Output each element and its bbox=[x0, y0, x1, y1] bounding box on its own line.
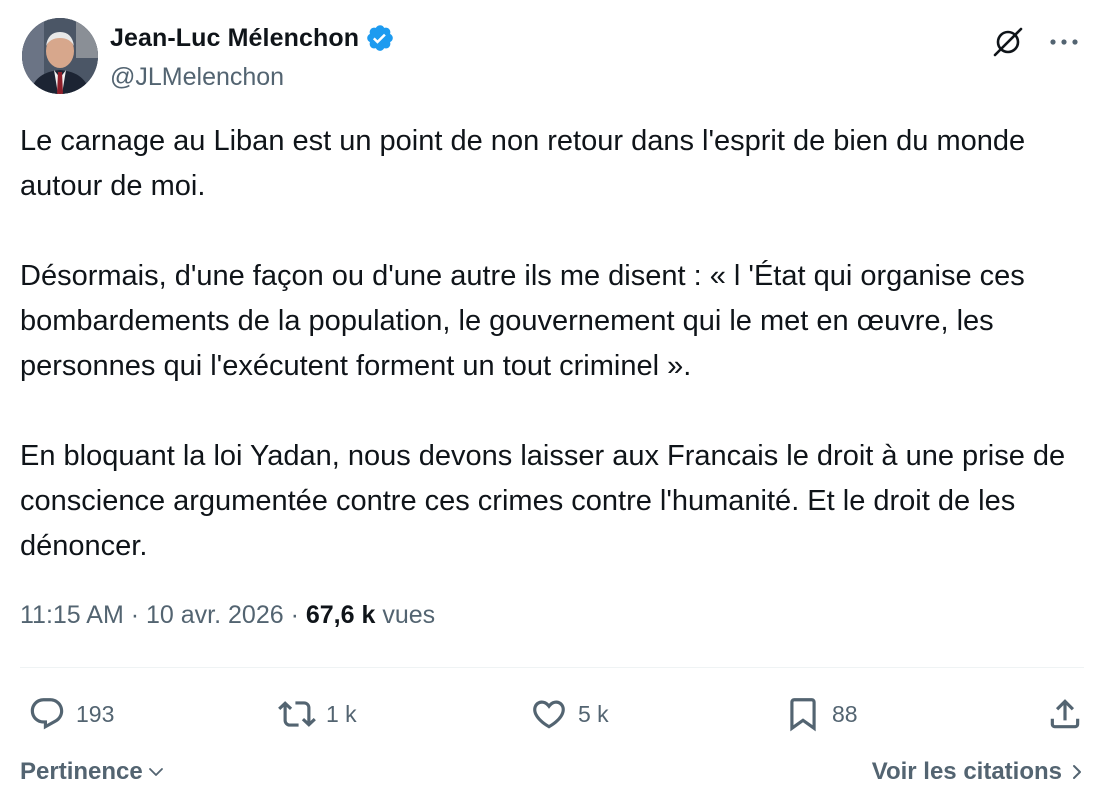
author-block: Jean-Luc Mélenchon @JLMelenchon bbox=[110, 22, 395, 92]
repost-count: 1 k bbox=[326, 700, 357, 727]
grok-icon[interactable] bbox=[988, 22, 1028, 62]
views-count[interactable]: 67,6 k bbox=[306, 601, 376, 629]
tweet-card: Jean-Luc Mélenchon @JLMelenchon Le carna… bbox=[0, 0, 1106, 810]
meta-separator: · bbox=[290, 601, 299, 629]
author-handle[interactable]: @JLMelenchon bbox=[110, 63, 395, 92]
header-actions bbox=[988, 22, 1084, 62]
bookmark-count: 88 bbox=[832, 700, 858, 727]
bookmark-button[interactable]: 88 bbox=[784, 690, 858, 738]
sort-label: Pertinence bbox=[20, 758, 143, 785]
reply-count: 193 bbox=[76, 700, 115, 727]
meta-separator: · bbox=[130, 601, 140, 629]
verified-badge-icon bbox=[365, 23, 395, 53]
reply-icon bbox=[30, 698, 64, 730]
share-button[interactable] bbox=[1046, 690, 1084, 738]
avatar[interactable] bbox=[22, 18, 98, 94]
action-bar: 193 1 k 5 k 88 bbox=[20, 690, 1084, 738]
like-count: 5 k bbox=[578, 700, 609, 727]
tweet-text: Le carnage au Liban est un point de non … bbox=[20, 119, 1086, 569]
chevron-down-icon bbox=[148, 768, 163, 776]
tweet-header: Jean-Luc Mélenchon @JLMelenchon bbox=[22, 18, 1084, 98]
reply-button[interactable]: 193 bbox=[28, 690, 114, 738]
author-display-name[interactable]: Jean-Luc Mélenchon bbox=[110, 24, 359, 53]
tweet-date[interactable]: 10 avr. 2026 bbox=[146, 601, 284, 629]
tweet-paragraph: En bloquant la loi Yadan, nous devons la… bbox=[20, 440, 1066, 562]
tweet-footer: Pertinence Voir les citations bbox=[20, 758, 1084, 790]
tweet-paragraph: Le carnage au Liban est un point de non … bbox=[20, 125, 1026, 202]
view-quotes-label: Voir les citations bbox=[871, 758, 1062, 785]
tweet-meta: 11:15 AM · 10 avr. 2026 · 67,6 k vues bbox=[20, 601, 435, 630]
heart-icon bbox=[533, 700, 565, 729]
share-icon bbox=[1050, 699, 1080, 729]
like-button[interactable]: 5 k bbox=[530, 690, 609, 738]
sort-dropdown[interactable]: Pertinence bbox=[20, 758, 165, 786]
views-label: vues bbox=[382, 601, 436, 629]
name-row: Jean-Luc Mélenchon bbox=[110, 22, 395, 54]
view-quotes-link[interactable]: Voir les citations bbox=[872, 758, 1084, 786]
tweet-time[interactable]: 11:15 AM bbox=[20, 601, 124, 629]
repost-icon bbox=[278, 701, 316, 727]
avatar-photo bbox=[22, 18, 98, 94]
bookmark-icon bbox=[790, 698, 816, 732]
tweet-paragraph: Désormais, d'une façon ou d'une autre il… bbox=[20, 260, 1025, 382]
repost-button[interactable]: 1 k bbox=[278, 690, 357, 738]
more-options-icon[interactable] bbox=[1044, 22, 1084, 62]
chevron-right-icon bbox=[1073, 765, 1081, 779]
divider bbox=[20, 667, 1084, 668]
